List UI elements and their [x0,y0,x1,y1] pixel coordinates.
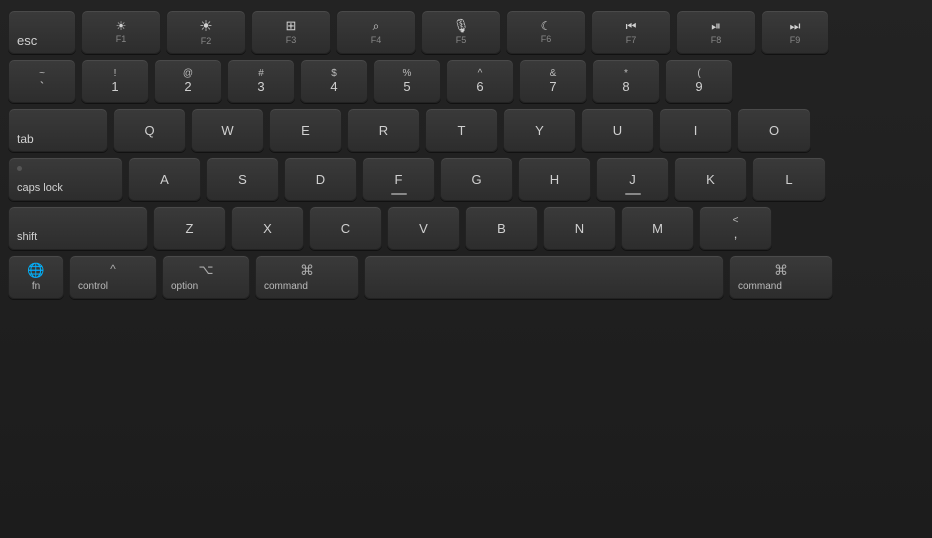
f3-key[interactable]: ⊞ F3 [251,10,331,54]
f2-key[interactable]: ☀ F2 [166,10,246,54]
option-key[interactable]: ⌥ option [162,255,250,299]
tab-key[interactable]: tab [8,108,108,152]
play-pause-icon: ⏯ [711,19,721,34]
v-key[interactable]: V [387,206,460,250]
f5-key[interactable]: 🎙 F5 [421,10,501,54]
caps-lock-key[interactable]: caps lock [8,157,123,201]
o-key[interactable]: O [737,108,811,152]
command-left-key[interactable]: ⌘ command [255,255,359,299]
1-key[interactable]: ! 1 [81,59,149,103]
control-key[interactable]: ^ control [69,255,157,299]
shift-key[interactable]: shift [8,206,148,250]
mission-control-icon: ⊞ [286,18,297,34]
fn-key[interactable]: 🌐 fn [8,255,64,299]
caps-lock-indicator [17,166,22,171]
function-key-row: esc ☀ F1 ☀ F2 ⊞ F3 ⌕ F4 🎙 F5 ☾ F6 ⏮ F7 [8,10,924,54]
6-key[interactable]: ^ 6 [446,59,514,103]
7-key[interactable]: & 7 [519,59,587,103]
b-key[interactable]: B [465,206,538,250]
asdf-key-row: caps lock A S D F G H J K L [8,157,924,201]
command-icon-right: ⌘ [774,262,788,279]
comma-key[interactable]: < , [699,206,772,250]
moon-icon: ☾ [541,19,552,33]
2-key[interactable]: @ 2 [154,59,222,103]
s-key[interactable]: S [206,157,279,201]
d-key[interactable]: D [284,157,357,201]
qwerty-key-row: tab Q W E R T Y U I O [8,108,924,152]
3-key[interactable]: # 3 [227,59,295,103]
brightness-low-icon: ☀ [116,19,127,33]
control-caret-icon: ^ [110,262,116,276]
j-key-bump [625,193,641,195]
f7-key[interactable]: ⏮ F7 [591,10,671,54]
e-key[interactable]: E [269,108,342,152]
command-right-key[interactable]: ⌘ command [729,255,833,299]
a-key[interactable]: A [128,157,201,201]
9-key[interactable]: ( 9 [665,59,733,103]
number-key-row: ~ ` ! 1 @ 2 # 3 $ 4 % 5 ^ 6 & 7 [8,59,924,103]
m-key[interactable]: M [621,206,694,250]
f-key-bump [391,193,407,195]
i-key[interactable]: I [659,108,732,152]
z-key[interactable]: Z [153,206,226,250]
c-key[interactable]: C [309,206,382,250]
option-icon: ⌥ [199,262,214,278]
k-key[interactable]: K [674,157,747,201]
keyboard: esc ☀ F1 ☀ F2 ⊞ F3 ⌕ F4 🎙 F5 ☾ F6 ⏮ F7 [0,0,932,538]
space-key[interactable] [364,255,724,299]
l-key[interactable]: L [752,157,826,201]
f8-key[interactable]: ⏯ F8 [676,10,756,54]
brightness-high-icon: ☀ [199,17,212,35]
rewind-icon: ⏮ [626,19,637,34]
u-key[interactable]: U [581,108,654,152]
q-key[interactable]: Q [113,108,186,152]
f9-key[interactable]: ⏭ F9 [761,10,829,54]
backtick-key[interactable]: ~ ` [8,59,76,103]
8-key[interactable]: * 8 [592,59,660,103]
f-key[interactable]: F [362,157,435,201]
esc-key[interactable]: esc [8,10,76,54]
n-key[interactable]: N [543,206,616,250]
search-icon: ⌕ [373,19,380,34]
f4-key[interactable]: ⌕ F4 [336,10,416,54]
w-key[interactable]: W [191,108,264,152]
r-key[interactable]: R [347,108,420,152]
f1-key[interactable]: ☀ F1 [81,10,161,54]
fast-forward-icon: ⏭ [790,19,801,34]
f6-key[interactable]: ☾ F6 [506,10,586,54]
bottom-key-row: 🌐 fn ^ control ⌥ option ⌘ command ⌘ comm… [8,255,924,299]
4-key[interactable]: $ 4 [300,59,368,103]
y-key[interactable]: Y [503,108,576,152]
g-key[interactable]: G [440,157,513,201]
x-key[interactable]: X [231,206,304,250]
microphone-icon: 🎙 [453,18,470,34]
h-key[interactable]: H [518,157,591,201]
globe-icon: 🌐 [27,262,44,279]
zxcv-key-row: shift Z X C V B N M < , [8,206,924,250]
5-key[interactable]: % 5 [373,59,441,103]
t-key[interactable]: T [425,108,498,152]
j-key[interactable]: J [596,157,669,201]
command-icon-left: ⌘ [300,262,314,279]
